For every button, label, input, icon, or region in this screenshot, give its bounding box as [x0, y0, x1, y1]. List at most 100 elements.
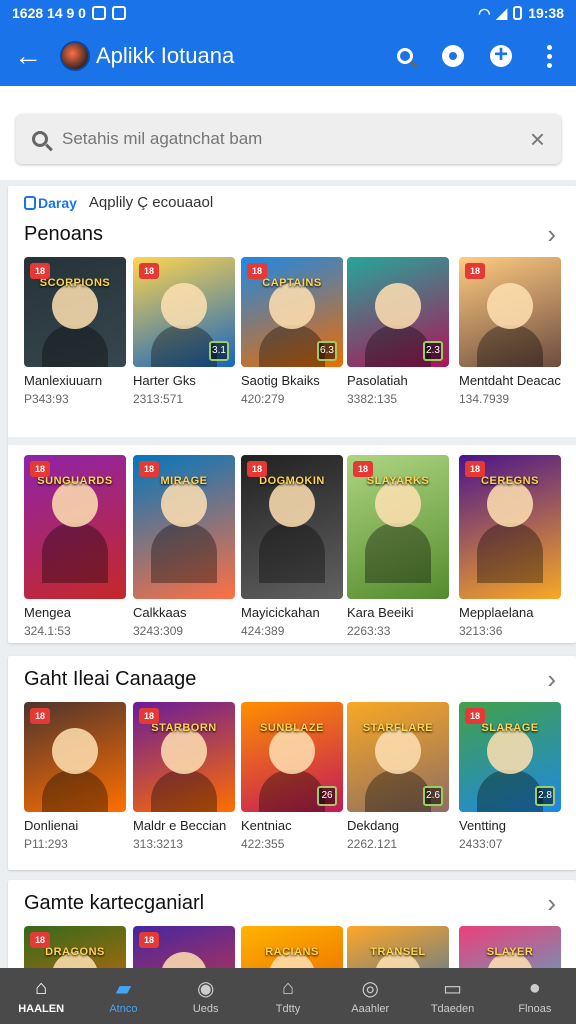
game-row-4: DRAGONS 18 18 RACIANS TRANSEL SLAYER: [8, 926, 576, 970]
search-icon: [397, 48, 413, 64]
game-tile[interactable]: CAPTAINS 18 6.3 Saotig Bkaiks 420:279: [241, 257, 343, 406]
game-tile[interactable]: TRANSEL: [347, 926, 449, 970]
character-body-art: [365, 325, 431, 367]
chevron-right-icon[interactable]: ›: [547, 888, 556, 919]
nav-item-1[interactable]: ▰ Atnco: [82, 968, 164, 1024]
section-title: Gaht Ileai Canaage: [24, 667, 197, 690]
age-rating-badge: 18: [465, 708, 485, 724]
nav-item-6[interactable]: ● Flnoas: [494, 968, 576, 1024]
game-stat: 422:355: [241, 837, 285, 851]
game-row-1: SCORPIONS 18 Manlexiuuarn P343:93 18 3.1 Harte…: [8, 257, 576, 437]
clear-search-icon[interactable]: ×: [530, 124, 545, 155]
game-cover-image[interactable]: 18: [459, 257, 561, 367]
game-tile[interactable]: RACIANS: [241, 926, 343, 970]
add-button[interactable]: [488, 41, 514, 69]
game-tile[interactable]: SLAYER: [459, 926, 561, 970]
game-cover-image[interactable]: SLAYARKS 18: [347, 455, 449, 599]
game-tile[interactable]: 18 3.1 Harter Gks 2313:571: [133, 257, 235, 406]
age-rating-badge: 18: [247, 263, 267, 279]
game-tile[interactable]: SUNGUARDS 18 Mengea 324.1:53: [24, 455, 126, 638]
more-vert-icon: [546, 44, 552, 68]
section-header-canaage[interactable]: Gaht Ileai Canaage ›: [8, 656, 576, 702]
game-logo: TRANSEL: [370, 946, 426, 958]
nav-item-3[interactable]: ⌂ Tdtty: [247, 968, 329, 1024]
game-cover-image[interactable]: SUNGUARDS 18: [24, 455, 126, 599]
nav-item-0[interactable]: ⌂ HAALEN: [0, 968, 82, 1024]
age-rating-badge: 18: [139, 932, 159, 948]
search-button[interactable]: [392, 43, 418, 69]
game-row-2: SUNGUARDS 18 Mengea 324.1:53 MIRAGE 18 Calkkaa…: [8, 445, 576, 643]
location-icon: [442, 45, 464, 67]
game-tile[interactable]: 2.3 Pasolatiah 3382:135: [347, 257, 449, 406]
game-tile[interactable]: 18 Mentdaht Deacacan 134.7939: [459, 257, 561, 406]
game-stat: P11:293: [24, 837, 68, 851]
character-art: [161, 728, 207, 774]
game-stat: 324.1:53: [24, 624, 71, 638]
folder-icon: ▭: [443, 978, 462, 1000]
game-cover-image[interactable]: 18: [24, 702, 126, 812]
notification-icon: [91, 6, 106, 20]
game-tile[interactable]: 18: [133, 926, 235, 970]
game-stat: 424:389: [241, 624, 285, 638]
plus-icon: [490, 41, 512, 69]
game-cover-image[interactable]: RACIANS: [241, 926, 343, 970]
game-cover-image[interactable]: DRAGONS 18: [24, 926, 126, 970]
game-cover-image[interactable]: SLAYER: [459, 926, 561, 970]
game-tile[interactable]: SCORPIONS 18 Manlexiuuarn P343:93: [24, 257, 126, 406]
game-cover-image[interactable]: SLARAGE 18 2.8: [459, 702, 561, 812]
location-button[interactable]: [440, 43, 466, 69]
search-bar[interactable]: ×: [16, 114, 561, 164]
game-cover-image[interactable]: DOGMOKIN 18: [241, 455, 343, 599]
game-tile[interactable]: STARFLARE 2.6 Dekdang 2262.121: [347, 702, 449, 851]
battery-icon: [513, 6, 523, 20]
rating-badge: 2.6: [423, 786, 443, 806]
game-cover-image[interactable]: 2.3: [347, 257, 449, 367]
game-tile[interactable]: 18 Donlienai P11:293: [24, 702, 126, 851]
wifi-icon: ◠: [478, 4, 491, 21]
status-left-text: 1628 14 9 0: [12, 5, 86, 21]
nav-item-5[interactable]: ▭ Tdaeden: [411, 968, 493, 1024]
game-title: Mayicickahan: [241, 605, 320, 620]
game-stat: 3243:309: [133, 624, 184, 638]
chevron-right-icon[interactable]: ›: [547, 219, 556, 250]
character-art: [487, 728, 533, 774]
game-tile[interactable]: DRAGONS 18: [24, 926, 126, 970]
game-tile[interactable]: DOGMOKIN 18 Mayicickahan 424:389: [241, 455, 343, 638]
game-cover-image[interactable]: SUNBLAZE 26: [241, 702, 343, 812]
character-body-art: [259, 770, 325, 812]
character-art: [375, 728, 421, 774]
game-tile[interactable]: STARBORN 18 Maldr e Beccian 313:3213: [133, 702, 235, 851]
character-body-art: [151, 325, 217, 367]
search-input[interactable]: [62, 129, 530, 149]
game-cover-image[interactable]: CEREGNS 18: [459, 455, 561, 599]
back-arrow-icon[interactable]: ←: [14, 42, 48, 70]
game-cover-image[interactable]: SCORPIONS 18: [24, 257, 126, 367]
game-cover-image[interactable]: 18 3.1: [133, 257, 235, 367]
game-cover-image[interactable]: 18: [133, 926, 235, 970]
nav-item-2[interactable]: ◉ Ueds: [165, 968, 247, 1024]
more-menu-button[interactable]: [536, 43, 562, 69]
game-cover-image[interactable]: MIRAGE 18: [133, 455, 235, 599]
game-cover-image[interactable]: TRANSEL: [347, 926, 449, 970]
section-header-penoans[interactable]: Penoans ›: [8, 211, 576, 257]
game-tile[interactable]: SLAYARKS 18 Kara Beeiki 2263:33: [347, 455, 449, 638]
chevron-right-icon[interactable]: ›: [547, 664, 556, 695]
section-header-categories[interactable]: Gamte kartecganiarl ›: [8, 880, 576, 926]
nav-item-label: HAALEN: [18, 1002, 65, 1015]
game-title: Kentniac: [241, 818, 292, 833]
game-tile[interactable]: SLARAGE 18 2.8 Ventting 2433:07: [459, 702, 561, 851]
game-cover-image[interactable]: CAPTAINS 18 6.3: [241, 257, 343, 367]
character-art: [375, 283, 421, 329]
game-cover-image[interactable]: STARFLARE 2.6: [347, 702, 449, 812]
game-tile[interactable]: MIRAGE 18 Calkkaas 3243:309: [133, 455, 235, 638]
category-card: Gaht Ileai Canaage › 18 Donlienai P11:293 S…: [8, 656, 576, 870]
nav-item-4[interactable]: ◎ Aaahler: [329, 968, 411, 1024]
game-cover-image[interactable]: STARBORN 18: [133, 702, 235, 812]
game-title: Ventting: [459, 818, 506, 833]
nav-item-label: Aaahler: [351, 1002, 390, 1015]
age-rating-badge: 18: [247, 461, 267, 477]
game-tile[interactable]: SUNBLAZE 26 Kentniac 422:355: [241, 702, 343, 851]
home-icon: ⌂: [35, 977, 48, 999]
game-tile[interactable]: CEREGNS 18 Mepplaelana 3213:36: [459, 455, 561, 638]
brand-chip[interactable]: Daray: [24, 195, 77, 211]
